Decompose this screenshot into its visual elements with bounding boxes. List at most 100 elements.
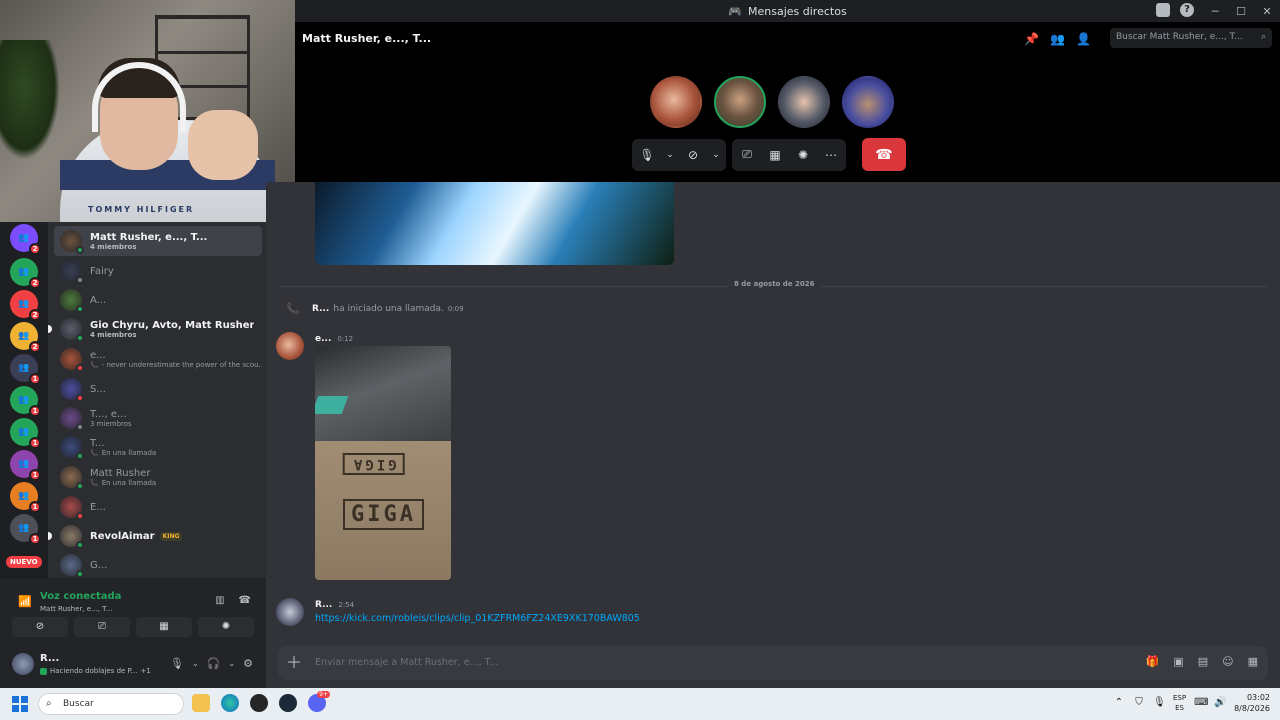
dm-item[interactable]: S... (54, 374, 262, 404)
search-input[interactable]: Buscar Matt Rusher, e..., T... ⌕ (1110, 28, 1272, 48)
network-icon[interactable]: ⌨ (1194, 697, 1208, 709)
dm-text: E... (90, 502, 106, 513)
dm-item[interactable]: T..., e... 3 miembros (54, 403, 262, 433)
add-attachment-icon[interactable]: ＋ (286, 653, 302, 673)
message-composer[interactable]: ＋ Enviar mensaje a Matt Rusher, e..., T.… (278, 646, 1268, 680)
headphones-icon[interactable]: 🎧 (207, 657, 221, 670)
disconnect-icon[interactable]: ☎ (239, 595, 251, 606)
gif-icon[interactable]: ▣ (1173, 655, 1183, 668)
message-link[interactable]: https://kick.com/robleis/clips/clip_01KZ… (315, 613, 640, 624)
camera-options-chevron-icon[interactable]: ⌄ (712, 150, 720, 160)
participant-avatar[interactable] (842, 76, 894, 128)
members-icon[interactable]: 👤 (1076, 32, 1091, 46)
chevron-up-icon[interactable]: ⌃ (1113, 697, 1125, 709)
dm-item[interactable]: Gio Chyru, Avto, Matt Rusher 4 miembros (48, 314, 262, 344)
maximize-icon[interactable]: ☐ (1228, 5, 1254, 18)
steam-icon[interactable] (279, 694, 297, 712)
taskbar-search[interactable]: ⌕ Buscar (38, 693, 184, 715)
participant-avatar[interactable] (650, 76, 702, 128)
microphone-icon[interactable]: 🎙 (638, 148, 656, 162)
shield-icon[interactable]: ⛉ (1133, 697, 1145, 709)
camera-button[interactable]: ⊘ (12, 617, 68, 637)
screen-share-icon[interactable]: ⎚ (738, 147, 756, 162)
message-header: R... 2:54 (315, 600, 354, 610)
server-icon[interactable]: 👥 2 (10, 322, 41, 353)
noise-suppression-icon[interactable]: ▥ (215, 595, 224, 606)
apps-icon[interactable]: ▦ (1248, 655, 1258, 668)
dm-item[interactable]: A... (54, 285, 262, 315)
mic-options-chevron-icon[interactable]: ⌄ (666, 150, 674, 160)
status-indicator (76, 570, 84, 578)
previous-image-attachment[interactable] (315, 182, 674, 265)
dm-item[interactable]: e... 📞 - never underestimate the power of … (54, 344, 262, 374)
obs-icon[interactable] (250, 694, 268, 712)
dm-item[interactable]: Matt Rusher 📞 En una llamada (54, 462, 262, 492)
user-name[interactable]: R... (40, 653, 59, 664)
edge-icon[interactable] (221, 694, 239, 712)
dm-avatar (60, 496, 84, 520)
message-avatar[interactable] (276, 332, 304, 360)
close-icon[interactable]: ✕ (1254, 5, 1280, 18)
dm-item[interactable]: E... (54, 492, 262, 522)
dm-item[interactable]: Matt Rusher, e..., T... 4 miembros (54, 226, 262, 256)
server-icon[interactable]: 👥 2 (10, 290, 41, 321)
system-tray: ⌃ ⛉ 🎙 ESP ES ⌨ 🔊 03:02 8/8/2026 (1113, 692, 1270, 714)
box-text-upside-down: GIGA (343, 453, 405, 475)
discord-icon[interactable]: 9+ (308, 691, 330, 712)
message-avatar[interactable] (276, 598, 304, 626)
dm-item[interactable]: G... (54, 550, 262, 578)
server-icon[interactable]: 👥 1 (10, 386, 41, 417)
emoji-icon[interactable]: ☺ (1222, 655, 1233, 668)
sticker-icon[interactable]: ▤ (1198, 655, 1208, 668)
minimize-icon[interactable]: ─ (1202, 5, 1228, 18)
message-author[interactable]: R... (315, 600, 332, 610)
new-badge[interactable]: NUEVO (6, 556, 42, 568)
activities-icon[interactable]: ▦ (766, 148, 784, 162)
headphones-chevron-icon[interactable]: ⌄ (228, 659, 235, 668)
microphone-icon[interactable]: 🎙 (1153, 697, 1166, 709)
server-icon[interactable]: 👥 1 (10, 450, 41, 481)
server-icon[interactable]: 👥 1 (10, 514, 41, 545)
dm-avatar (60, 260, 84, 284)
system-message-author[interactable]: R... (312, 304, 329, 314)
volume-icon[interactable]: 🔊 (1214, 697, 1226, 709)
server-icon[interactable]: 👥 1 (10, 418, 41, 449)
disconnect-call-button[interactable]: ☎ (862, 138, 906, 171)
dm-text: G... (90, 560, 107, 571)
server-icon[interactable]: 👥 1 (10, 482, 41, 513)
server-icon[interactable]: 👥 2 (10, 258, 41, 289)
activities-button[interactable]: ▦ (136, 617, 192, 637)
settings-gear-icon[interactable]: ⚙ (243, 657, 253, 670)
user-avatar[interactable] (12, 653, 34, 675)
soundboard-icon[interactable]: ✺ (794, 148, 812, 162)
screen-share-button[interactable]: ⎚ (74, 617, 130, 637)
clock[interactable]: 03:02 8/8/2026 (1234, 692, 1270, 714)
server-icon[interactable]: 👥 2 (10, 224, 41, 255)
microphone-icon[interactable]: 🎙 (170, 657, 184, 670)
windows-start-icon[interactable] (12, 696, 28, 712)
soundboard-button[interactable]: ✺ (198, 617, 254, 637)
dm-item[interactable]: T... 📞 En una llamada (54, 432, 262, 462)
dm-item[interactable]: Fairy (54, 256, 262, 286)
participant-avatar[interactable] (714, 76, 766, 128)
pin-icon[interactable]: 📌 (1024, 32, 1039, 46)
people-icon: 👥 (18, 523, 30, 533)
language-indicator[interactable]: ESP ES (1173, 693, 1186, 713)
gift-icon[interactable]: 🎁 (1146, 655, 1160, 668)
mic-chevron-icon[interactable]: ⌄ (192, 659, 199, 668)
file-explorer-icon[interactable] (192, 694, 210, 712)
server-icon[interactable]: 👥 1 (10, 354, 41, 385)
message-header: e... 0:12 (315, 334, 353, 344)
message-author[interactable]: e... (315, 334, 331, 344)
inbox-icon[interactable] (1156, 3, 1170, 17)
people-icon: 👥 (18, 299, 30, 309)
dm-item[interactable]: RevolAimar KING (48, 521, 262, 551)
participant-avatar[interactable] (778, 76, 830, 128)
add-friends-icon[interactable]: 👥 (1050, 32, 1065, 46)
image-attachment[interactable]: GIGA GIGA (315, 346, 451, 580)
dm-name-text: Matt Rusher, e..., T... (90, 231, 208, 243)
camera-off-icon[interactable]: ⊘ (684, 148, 702, 162)
help-icon[interactable]: ? (1180, 3, 1194, 17)
more-options-icon[interactable]: ⋯ (822, 148, 840, 162)
voice-status-title[interactable]: Voz conectada (40, 591, 121, 602)
